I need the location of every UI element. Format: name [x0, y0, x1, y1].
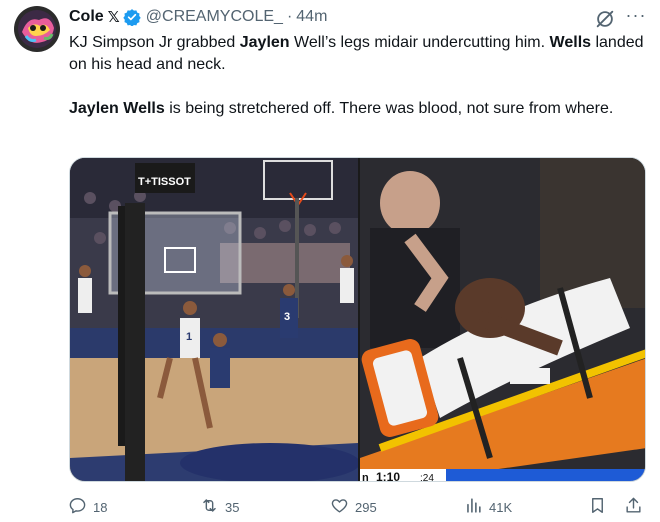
heart-icon: [330, 496, 349, 518]
reply-count: 18: [93, 499, 108, 515]
avatar[interactable]: [14, 6, 60, 52]
bookmark-button[interactable]: [588, 494, 607, 520]
jersey-number: 3: [284, 311, 290, 323]
shot-clock: :24: [420, 473, 434, 482]
stretcher-image[interactable]: n 1:10 :24: [360, 158, 645, 482]
retweet-button[interactable]: 35: [200, 494, 239, 520]
bold-text-run: Wells: [549, 34, 592, 51]
text-run: Well’s legs midair undercutting him.: [289, 34, 550, 51]
tweet-timestamp[interactable]: 44m: [296, 8, 327, 26]
author-name[interactable]: Cole: [69, 8, 104, 26]
retweet-icon: [200, 496, 219, 518]
scoreboard-brand: T+TISSOT: [138, 176, 191, 188]
like-count: 295: [355, 499, 377, 515]
tweet-text: KJ Simpson Jr grabbed Jaylen Well’s legs…: [69, 32, 649, 120]
separator-dot: ·: [286, 8, 293, 25]
tweet-actions: 18 35 295 41K: [68, 494, 648, 522]
media-grid[interactable]: T+TISSOT 1 3 n 1:10:24: [69, 157, 646, 482]
grok-icon[interactable]: [594, 8, 616, 30]
bold-text-run: Jaylen Wells: [69, 100, 165, 117]
x-badge-icon: 𝕏: [107, 9, 120, 26]
share-button[interactable]: [624, 494, 643, 520]
jersey-number: 1: [186, 331, 192, 343]
views-button[interactable]: 41K: [464, 494, 512, 520]
share-icon: [624, 496, 643, 518]
author-handle[interactable]: @CREAMYCOLE_: [146, 8, 283, 26]
views-count: 41K: [489, 499, 513, 515]
game-clock: 1:10: [376, 470, 400, 482]
text-run: is being stretchered off. There was bloo…: [164, 100, 614, 117]
reply-icon: [68, 496, 87, 518]
text-run: KJ Simpson Jr grabbed: [69, 34, 240, 51]
bookmark-icon: [588, 496, 607, 518]
tweet-paragraph-1: KJ Simpson Jr grabbed Jaylen Well’s legs…: [69, 32, 649, 76]
bar-chart-icon: [464, 496, 483, 518]
reply-button[interactable]: 18: [68, 494, 107, 520]
basketball-play-image[interactable]: T+TISSOT 1 3: [70, 158, 358, 481]
period-indicator: n: [362, 472, 369, 482]
tweet-header: Cole 𝕏 @CREAMYCOLE_ · 44m: [69, 6, 327, 28]
tweet-paragraph-2: Jaylen Wells is being stretchered off. T…: [69, 98, 649, 120]
retweet-count: 35: [225, 499, 240, 515]
verified-badge-icon: [123, 8, 141, 27]
like-button[interactable]: 295: [330, 494, 377, 520]
bold-text-run: Jaylen: [239, 34, 290, 51]
more-options-icon[interactable]: ···: [624, 5, 648, 29]
